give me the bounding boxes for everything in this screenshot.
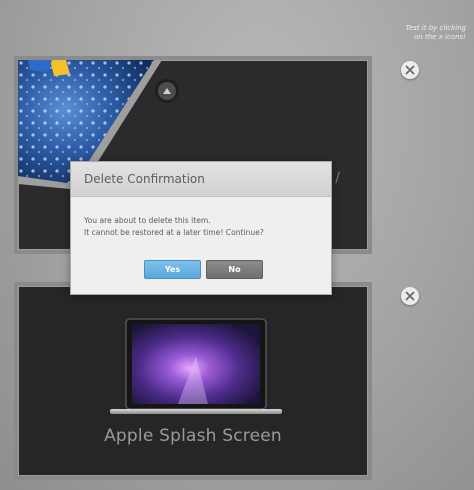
macbook-image <box>110 318 282 414</box>
dialog-message-line-2: It cannot be restored at a later time! C… <box>84 228 264 237</box>
hint-line-1: Test it by clicking <box>405 24 466 32</box>
delete-card-1-button[interactable] <box>401 61 419 79</box>
card-1-partial-text: / <box>335 170 340 186</box>
close-icon <box>405 291 415 301</box>
dialog-message: You are about to delete this item. It ca… <box>71 197 331 239</box>
hint-line-2: on the x icons! <box>414 33 466 41</box>
hint-text: Test it by clicking on the x icons! <box>396 24 466 42</box>
close-icon <box>405 65 415 75</box>
arrow-up-icon <box>163 88 171 94</box>
no-button[interactable]: No <box>206 260 263 279</box>
gallery-card-2[interactable]: Apple Splash Screen <box>14 282 372 480</box>
card-2-title: Apple Splash Screen <box>104 426 282 446</box>
delete-confirmation-dialog: Delete Confirmation You are about to del… <box>70 161 332 295</box>
scroll-up-button[interactable] <box>158 82 176 100</box>
yes-button[interactable]: Yes <box>144 260 201 279</box>
delete-card-2-button[interactable] <box>401 287 419 305</box>
dialog-message-line-1: You are about to delete this item. <box>84 216 211 225</box>
dialog-title: Delete Confirmation <box>71 162 331 197</box>
